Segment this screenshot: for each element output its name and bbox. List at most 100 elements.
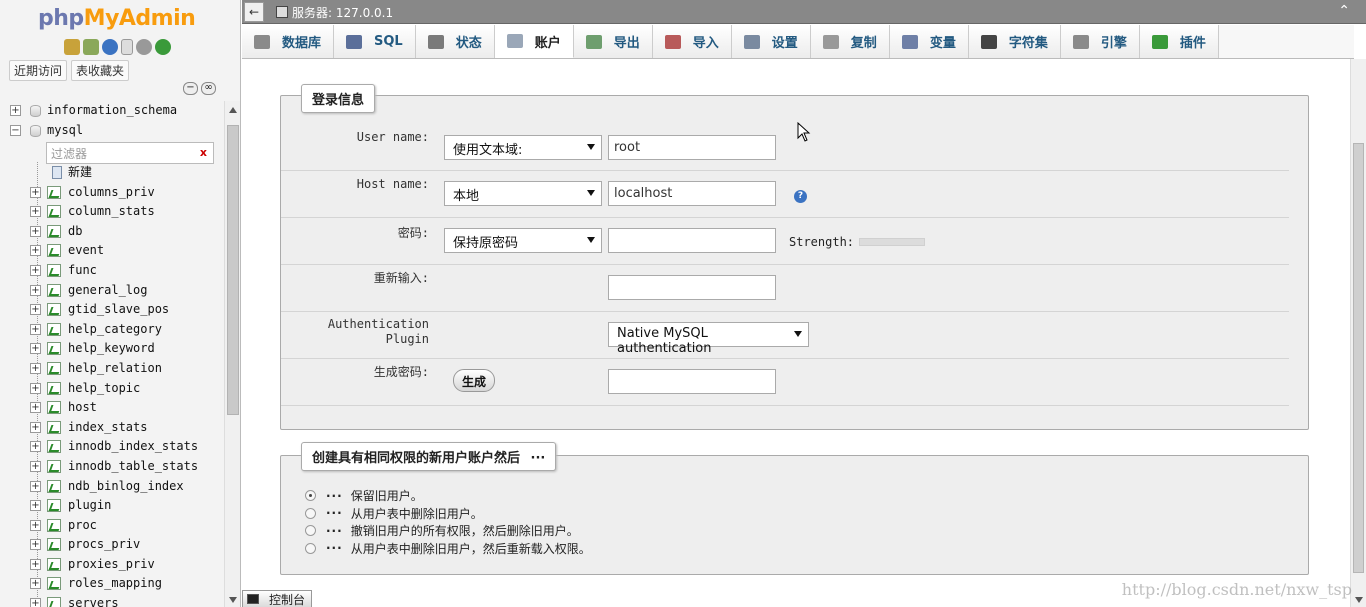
expand-icon[interactable]: +: [30, 343, 41, 355]
radio-button[interactable]: [305, 542, 316, 554]
table-name[interactable]: host: [68, 398, 97, 418]
tree-table-row[interactable]: + help_keyword: [0, 339, 224, 359]
table-name[interactable]: index_stats: [68, 418, 147, 438]
phpmyadmin-logo[interactable]: phpMyAdmin: [38, 6, 196, 31]
create-user-option[interactable]: ··· 撤销旧用户的所有权限，然后删除旧用户。: [305, 522, 579, 539]
expand-icon[interactable]: +: [30, 362, 41, 374]
table-name[interactable]: help_category: [68, 320, 162, 340]
tree-table-row[interactable]: + innodb_index_stats: [0, 437, 224, 457]
tree-table-row[interactable]: + func: [0, 261, 224, 281]
table-name[interactable]: func: [68, 261, 97, 281]
table-name[interactable]: event: [68, 241, 104, 261]
generate-password-button[interactable]: 生成: [453, 369, 496, 392]
tree-db-information-schema[interactable]: + information_schema: [0, 101, 224, 121]
db-name[interactable]: mysql: [47, 121, 83, 141]
expand-icon[interactable]: +: [30, 460, 41, 472]
tree-table-row[interactable]: + innodb_table_stats: [0, 457, 224, 477]
generated-password-input[interactable]: [608, 369, 776, 394]
main-scrollbar[interactable]: [1350, 59, 1366, 607]
expand-icon[interactable]: +: [30, 264, 41, 276]
expand-icon[interactable]: +: [30, 186, 41, 198]
scroll-down-icon[interactable]: [229, 597, 237, 603]
table-name[interactable]: plugin: [68, 496, 111, 516]
tree-table-row[interactable]: + ndb_binlog_index: [0, 477, 224, 497]
server-breadcrumb[interactable]: 服务器: 127.0.0.1: [292, 4, 393, 21]
nav-tab-recent[interactable]: 近期访问: [9, 60, 68, 81]
tree-table-row[interactable]: + index_stats: [0, 418, 224, 438]
reload-icon[interactable]: [155, 39, 171, 55]
collapse-nav-button[interactable]: ←: [244, 2, 264, 22]
table-name[interactable]: db: [68, 222, 82, 242]
expand-icon[interactable]: +: [30, 323, 41, 335]
create-user-option[interactable]: ··· 从用户表中删除旧用户。: [305, 505, 483, 522]
collapse-icon[interactable]: −: [10, 124, 21, 136]
docs-icon[interactable]: [121, 39, 133, 55]
username-type-select[interactable]: 使用文本域:: [444, 135, 602, 160]
tree-table-row[interactable]: + gtid_slave_pos: [0, 300, 224, 320]
expand-icon[interactable]: +: [30, 480, 41, 492]
expand-icon[interactable]: +: [30, 558, 41, 570]
table-name[interactable]: general_log: [68, 281, 147, 301]
logout-icon[interactable]: [83, 39, 99, 55]
expand-icon[interactable]: +: [30, 382, 41, 394]
tab-users[interactable]: 账户: [494, 25, 574, 58]
hostname-input[interactable]: localhost: [608, 181, 776, 206]
scroll-up-icon[interactable]: [229, 107, 237, 113]
radio-button[interactable]: [305, 507, 316, 519]
expand-icon[interactable]: +: [30, 245, 41, 257]
table-name[interactable]: proxies_priv: [68, 555, 155, 575]
tree-table-row[interactable]: + plugin: [0, 496, 224, 516]
tree-table-row[interactable]: + help_topic: [0, 379, 224, 399]
expand-icon[interactable]: +: [30, 519, 41, 531]
table-name[interactable]: servers: [68, 594, 119, 607]
tree-table-row[interactable]: + column_stats: [0, 202, 224, 222]
console-tab[interactable]: 控制台: [242, 590, 313, 607]
tree-table-row[interactable]: + proxies_priv: [0, 555, 224, 575]
help-icon[interactable]: ?: [794, 190, 807, 203]
expand-icon[interactable]: +: [30, 500, 41, 512]
tab-sql[interactable]: SQL: [334, 25, 416, 58]
table-name[interactable]: proc: [68, 516, 97, 536]
expand-icon[interactable]: +: [30, 225, 41, 237]
nav-scrollbar[interactable]: [224, 101, 240, 607]
main-scroll-thumb[interactable]: [1353, 143, 1364, 573]
tree-table-row[interactable]: + general_log: [0, 281, 224, 301]
tab-import[interactable]: 导入: [652, 25, 732, 58]
expand-icon[interactable]: +: [30, 284, 41, 296]
table-filter-input[interactable]: 过滤器 x: [46, 142, 214, 164]
username-input[interactable]: root: [608, 135, 776, 160]
tab-charset[interactable]: 字符集: [968, 25, 1061, 58]
tab-wrench[interactable]: 设置: [731, 25, 811, 58]
table-name[interactable]: innodb_table_stats: [68, 457, 198, 477]
expand-icon[interactable]: +: [30, 421, 41, 433]
help-icon[interactable]: [102, 39, 118, 55]
collapse-topbar-icon[interactable]: ⌃: [1338, 3, 1350, 19]
table-name[interactable]: help_keyword: [68, 339, 155, 359]
tab-variables[interactable]: 变量: [889, 25, 969, 58]
tree-table-row[interactable]: + event: [0, 241, 224, 261]
tree-table-row[interactable]: + help_category: [0, 320, 224, 340]
retype-password-input[interactable]: [608, 275, 776, 300]
expand-icon[interactable]: +: [10, 105, 21, 116]
tree-table-row[interactable]: + roles_mapping: [0, 574, 224, 594]
scroll-down-icon[interactable]: [1355, 597, 1363, 603]
expand-icon[interactable]: +: [30, 402, 41, 414]
table-name[interactable]: columns_priv: [68, 183, 155, 203]
tree-table-row[interactable]: + procs_priv: [0, 535, 224, 555]
settings-icon[interactable]: [136, 39, 152, 55]
create-user-option[interactable]: ··· 从用户表中删除旧用户，然后重新载入权限。: [305, 540, 591, 557]
db-name[interactable]: information_schema: [47, 101, 177, 121]
new-label[interactable]: 新建: [68, 163, 92, 183]
table-name[interactable]: procs_priv: [68, 535, 140, 555]
tree-table-row[interactable]: + host: [0, 398, 224, 418]
create-user-option[interactable]: ··· 保留旧用户。: [305, 487, 423, 504]
expand-icon[interactable]: +: [30, 598, 41, 607]
auth-plugin-select[interactable]: Native MySQL authentication: [608, 322, 809, 356]
password-type-select[interactable]: 保持原密码: [444, 228, 602, 253]
tab-database[interactable]: 数据库: [242, 25, 335, 58]
tree-table-row[interactable]: + servers: [0, 594, 224, 607]
table-name[interactable]: ndb_binlog_index: [68, 477, 184, 497]
nav-scroll-thumb[interactable]: [227, 125, 239, 415]
expand-icon[interactable]: +: [30, 304, 41, 316]
expand-icon[interactable]: +: [30, 578, 41, 590]
